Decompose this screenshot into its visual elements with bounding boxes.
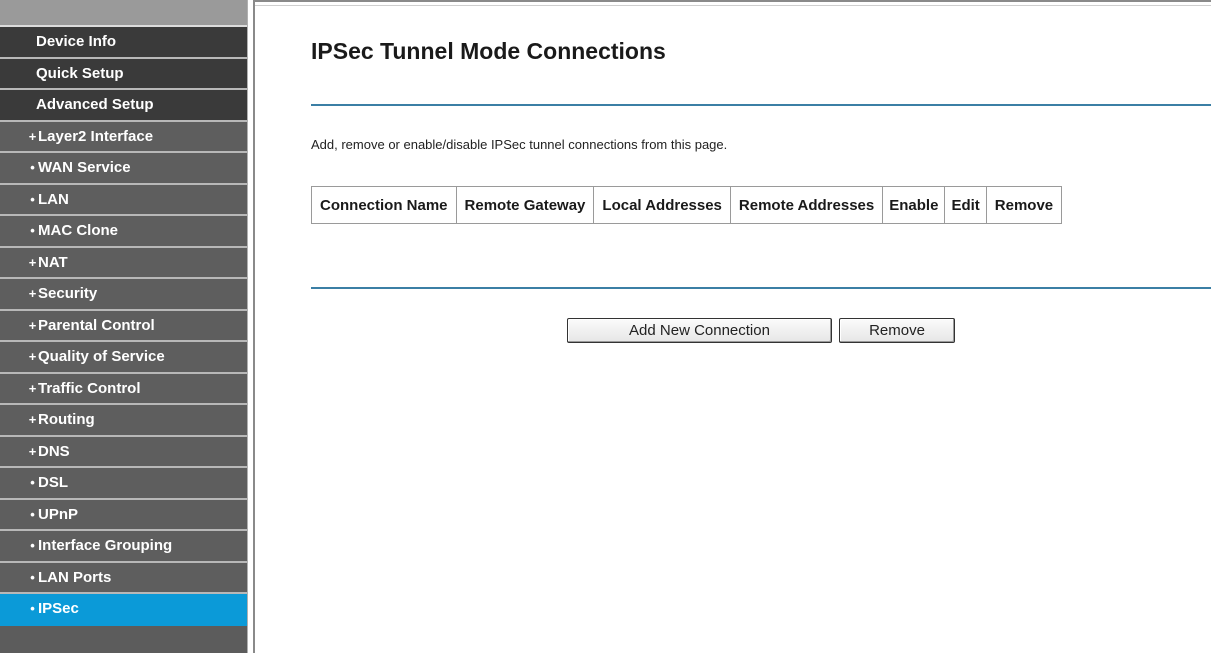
nav-dns[interactable]: + DNS [0,436,247,468]
nav-upnp[interactable]: • UPnP [0,499,247,531]
col-remote-gateway: Remote Gateway [455,186,595,224]
nav-label: Routing [38,411,95,428]
nav-traffic-control[interactable]: + Traffic Control [0,373,247,405]
col-remove: Remove [985,186,1063,224]
bullet-dot-icon: • [30,475,35,490]
sidebar: Device Info Quick Setup Advanced Setup +… [0,0,247,653]
nav-label: DNS [38,442,70,460]
nav-dsl[interactable]: • DSL [0,468,247,500]
nav-label: Security [38,285,98,302]
expand-plus-icon: + [28,128,37,144]
remove-button[interactable]: Remove [839,318,955,343]
nav-security[interactable]: + Security [0,279,247,311]
nav-advanced-setup[interactable]: Advanced Setup [0,90,247,122]
nav-label: UPnP [38,505,79,523]
nav-label: LAN [38,190,69,208]
sidebar-header [0,0,247,27]
separator-top [311,104,1211,106]
nav-label: Quick Setup [36,64,124,82]
frame-divider [247,0,255,653]
nav-label: Layer2 Interface [38,127,154,145]
top-border [255,0,1211,6]
expand-plus-icon: + [28,412,37,427]
nav-nat[interactable]: + NAT [0,247,247,279]
col-remote-addresses: Remote Addresses [729,186,884,224]
bullet-dot-icon: • [30,601,35,616]
nav-wan-service[interactable]: • WAN Service [0,153,247,185]
expand-plus-icon: + [28,317,37,333]
bullet-dot-icon: • [30,223,35,238]
nav-label: Traffic Control [38,379,141,397]
expand-plus-icon: + [28,380,37,396]
bullet-dot-icon: • [30,538,35,553]
expand-plus-icon: + [28,443,37,459]
bullet-dot-icon: • [30,191,35,207]
nav-quick-setup[interactable]: Quick Setup [0,58,247,90]
col-connection-name: Connection Name [311,186,457,224]
nav-parental-control[interactable]: + Parental Control [0,310,247,342]
table-header-row: Connection Name Remote Gateway Local Add… [311,186,1063,224]
nav-layer2-interface[interactable]: + Layer2 Interface [0,121,247,153]
nav-lan[interactable]: • LAN [0,184,247,216]
page-description: Add, remove or enable/disable IPSec tunn… [311,137,728,152]
nav-label: Parental Control [38,316,155,334]
nav-label: DSL [38,474,68,491]
expand-plus-icon: + [28,286,37,301]
nav-quality-of-service[interactable]: + Quality of Service [0,342,247,374]
nav-label: MAC Clone [38,222,118,239]
nav-interface-grouping[interactable]: • Interface Grouping [0,531,247,563]
separator-bottom [311,287,1211,289]
nav-ipsec[interactable]: • IPSec [0,594,247,626]
nav-mac-clone[interactable]: • MAC Clone [0,216,247,248]
page-title: IPSec Tunnel Mode Connections [311,38,666,64]
nav-routing[interactable]: + Routing [0,405,247,437]
nav-label: Advanced Setup [36,96,154,113]
expand-plus-icon: + [28,254,37,270]
nav-label: Quality of Service [38,348,165,365]
connections-table: Connection Name Remote Gateway Local Add… [311,186,1063,224]
add-new-connection-button[interactable]: Add New Connection [567,318,832,343]
nav-label: WAN Service [38,159,131,176]
nav-device-info[interactable]: Device Info [0,27,247,59]
nav-label: LAN Ports [38,568,112,586]
col-edit: Edit [944,186,987,224]
nav-label: Device Info [36,33,117,50]
col-local-addresses: Local Addresses [593,186,731,224]
bullet-dot-icon: • [30,506,35,522]
nav-lan-ports[interactable]: • LAN Ports [0,562,247,594]
nav-label: IPSec [38,600,79,617]
nav-label: Interface Grouping [38,537,173,554]
col-enable: Enable [882,186,946,224]
expand-plus-icon: + [28,349,37,364]
bullet-dot-icon: • [30,160,35,175]
nav-label: NAT [38,253,68,271]
bullet-dot-icon: • [30,569,35,585]
